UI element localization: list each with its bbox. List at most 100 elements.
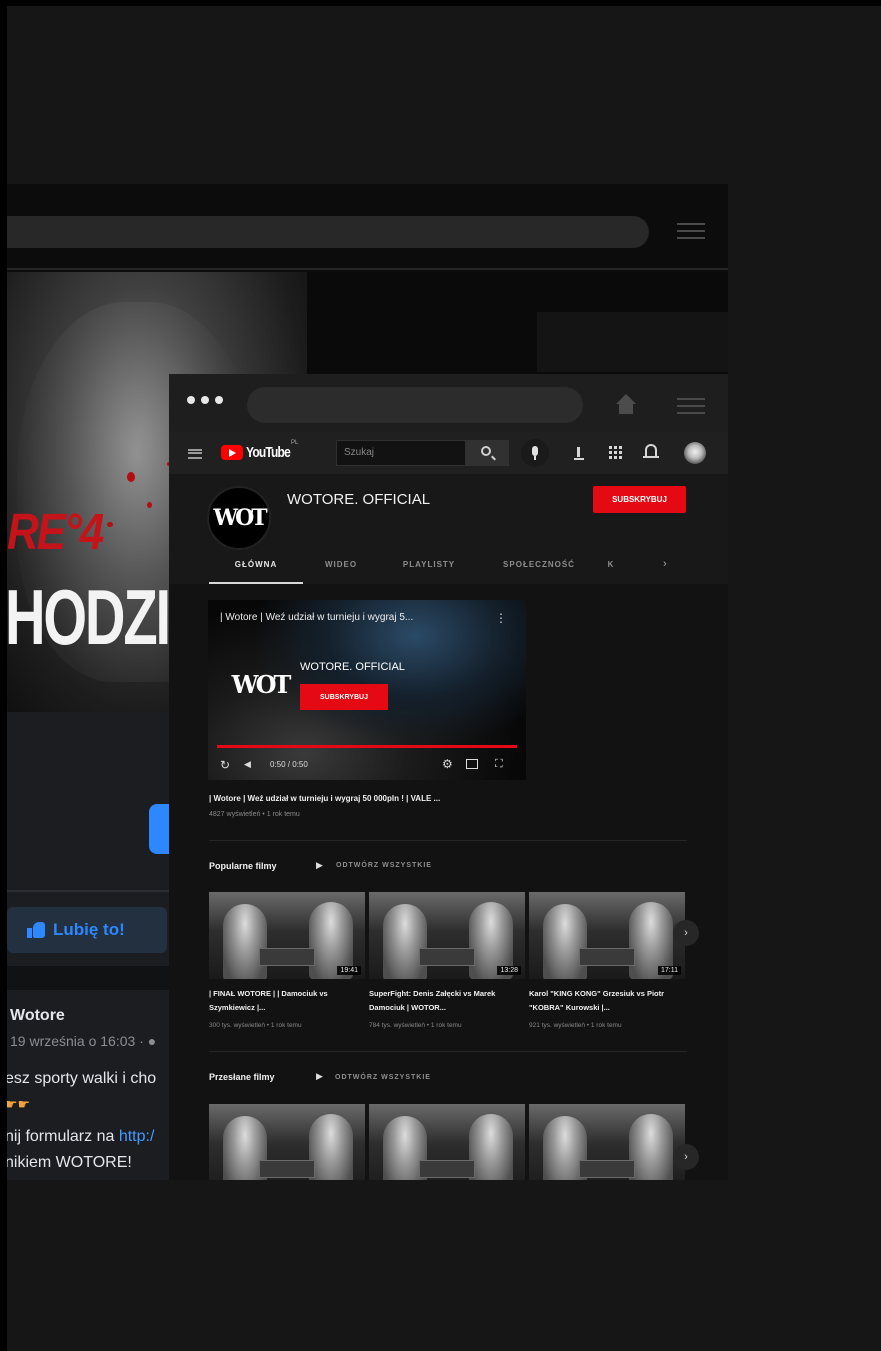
wotore-logo: WOT bbox=[231, 669, 292, 699]
post-link[interactable]: http:/ bbox=[119, 1128, 155, 1145]
video-thumbnail[interactable]: 19:41 bbox=[209, 892, 365, 979]
overlay-subscribe-button[interactable]: SUBSKRYBUJ bbox=[300, 684, 388, 710]
video-thumbnail[interactable] bbox=[369, 1104, 525, 1180]
channel-avatar[interactable]: WOT bbox=[207, 486, 271, 550]
search-button[interactable] bbox=[466, 440, 509, 466]
replay-icon[interactable]: ↻ bbox=[220, 758, 230, 772]
post-text-line: nikiem WOTORE! bbox=[7, 1154, 132, 1171]
facebook-browser-bar bbox=[7, 184, 728, 270]
play-all-button[interactable]: ODTWÓRZ WSZYSTKIE bbox=[335, 1074, 431, 1081]
youtube-window: YouTube PL Szukaj WOT WOTORE. OFFICIAL S… bbox=[169, 374, 728, 1180]
search-input[interactable]: Szukaj bbox=[336, 440, 466, 466]
bell-icon[interactable] bbox=[643, 444, 659, 458]
search-icon bbox=[481, 446, 491, 456]
vs-banner bbox=[419, 1160, 475, 1178]
video-thumbnail[interactable] bbox=[529, 1104, 685, 1180]
guide-menu-icon[interactable] bbox=[188, 447, 202, 459]
channel-header: WOT WOTORE. OFFICIAL SUBSKRYBUJ GŁÓWNA W… bbox=[169, 474, 728, 584]
browser-url-bar[interactable] bbox=[247, 387, 583, 423]
vs-banner bbox=[579, 1160, 635, 1178]
post-author[interactable]: Wotore bbox=[10, 1007, 65, 1025]
miniplayer-icon[interactable] bbox=[466, 759, 478, 769]
fighter-image bbox=[223, 904, 267, 979]
channel-home-content: | Wotore | Weź udział w turnieju i wygra… bbox=[169, 584, 728, 1180]
tab-videos[interactable]: WIDEO bbox=[303, 556, 379, 584]
play-icon[interactable]: ▶ bbox=[316, 1071, 323, 1082]
video-title[interactable]: Karol "KING KONG" Grzesiuk vs Piotr "KOB… bbox=[529, 987, 681, 1015]
tab-home[interactable]: GŁÓWNA bbox=[209, 556, 303, 584]
cover-shade bbox=[537, 312, 728, 372]
subscribe-button[interactable]: SUBSKRYBUJ bbox=[593, 486, 686, 513]
video-thumbnail[interactable]: 17:11 bbox=[529, 892, 685, 979]
youtube-logo[interactable]: YouTube bbox=[221, 444, 301, 461]
channel-tabs: GŁÓWNA WIDEO PLAYLISTY SPOŁECZNOŚĆ K bbox=[209, 556, 623, 584]
youtube-wordmark: YouTube bbox=[246, 444, 291, 461]
hamburger-icon[interactable] bbox=[677, 396, 705, 416]
duration-badge: 17:11 bbox=[658, 966, 681, 975]
duration-badge: 13:28 bbox=[497, 966, 521, 975]
video-title[interactable]: | FINAŁ WOTORE | | Damociuk vs Szymkiewi… bbox=[209, 987, 361, 1015]
post-text-line: esz sporty walki i cho bbox=[7, 1070, 157, 1087]
more-vert-icon[interactable]: ⋮ bbox=[495, 611, 507, 625]
player-title[interactable]: | Wotore | Weź udział w turnieju i wygra… bbox=[220, 612, 413, 623]
fighter-image bbox=[543, 904, 587, 979]
fighter-image bbox=[309, 1114, 353, 1180]
chevron-right-icon[interactable]: › bbox=[673, 920, 699, 946]
video-meta: 300 tys. wyświetleń • 1 rok temu bbox=[209, 1022, 302, 1029]
video-thumbnail[interactable]: 13:28 bbox=[369, 892, 525, 979]
post-text-fragment: nij formularz na bbox=[7, 1128, 119, 1145]
play-all-button[interactable]: ODTWÓRZ WSZYSTKIE bbox=[336, 862, 432, 869]
vs-banner bbox=[419, 948, 475, 966]
divider bbox=[209, 1051, 687, 1052]
apps-grid-icon[interactable] bbox=[609, 446, 622, 459]
duration-badge: 19:41 bbox=[337, 966, 361, 975]
video-meta: 921 tys. wyświetleń • 1 rok temu bbox=[529, 1022, 622, 1029]
youtube-play-icon bbox=[221, 445, 243, 460]
video-meta: 784 tys. wyświetleń • 1 rok temu bbox=[369, 1022, 462, 1029]
home-icon[interactable] bbox=[615, 394, 637, 416]
tab-channels[interactable]: K bbox=[599, 556, 623, 584]
microphone-icon[interactable] bbox=[521, 439, 549, 467]
account-avatar[interactable] bbox=[684, 442, 706, 464]
channel-name: WOTORE. OFFICIAL bbox=[287, 491, 431, 508]
featured-video-player[interactable]: | Wotore | Weź udział w turnieju i wygra… bbox=[208, 600, 526, 780]
chevron-right-icon[interactable]: › bbox=[673, 1144, 699, 1170]
facebook-menu-icon[interactable] bbox=[677, 221, 705, 241]
chevron-right-icon[interactable]: › bbox=[663, 558, 667, 570]
shelf-title-uploads[interactable]: Przesłane filmy bbox=[209, 1072, 275, 1082]
facebook-url-bar[interactable] bbox=[7, 216, 649, 248]
tab-playlists[interactable]: PLAYLISTY bbox=[379, 556, 479, 584]
video-thumbnail[interactable] bbox=[209, 1104, 365, 1180]
featured-video-meta: 4827 wyświetleń • 1 rok temu bbox=[209, 811, 300, 818]
youtube-masthead: YouTube PL Szukaj bbox=[169, 432, 728, 474]
vs-banner bbox=[579, 948, 635, 966]
video-title[interactable]: SuperFight: Denis Załęcki vs Marek Damoc… bbox=[369, 987, 521, 1015]
volume-icon[interactable]: ◀ bbox=[244, 759, 251, 770]
post-timestamp[interactable]: 19 września o 16:03 · ● bbox=[10, 1033, 156, 1049]
play-icon[interactable]: ▶ bbox=[316, 860, 323, 871]
fighter-image bbox=[383, 904, 427, 979]
progress-bar[interactable] bbox=[217, 745, 517, 748]
featured-video-title[interactable]: | Wotore | Weź udział w turnieju i wygra… bbox=[209, 794, 440, 803]
three-dots-icon[interactable] bbox=[187, 396, 223, 404]
like-button[interactable]: Lubię to! bbox=[7, 907, 167, 953]
fighter-image bbox=[629, 1114, 673, 1180]
blood-splatter bbox=[107, 522, 113, 527]
fighter-image bbox=[469, 1114, 513, 1180]
settings-gear-icon[interactable]: ⚙ bbox=[442, 757, 453, 771]
post-text-line: nij formularz na http:/ bbox=[7, 1128, 154, 1146]
shelf-title-popular[interactable]: Popularne filmy bbox=[209, 861, 277, 871]
player-controls: ↻ ◀ 0:50 / 0:50 ⚙ ⛶ bbox=[220, 757, 516, 772]
upload-icon[interactable] bbox=[572, 445, 586, 461]
like-button-label: Lubię to! bbox=[53, 920, 125, 939]
tab-community[interactable]: SPOŁECZNOŚĆ bbox=[479, 556, 599, 584]
region-code: PL bbox=[291, 440, 299, 446]
fullscreen-icon[interactable]: ⛶ bbox=[495, 758, 503, 771]
thumbs-up-icon bbox=[27, 922, 45, 938]
overlay-channel-name: WOTORE. OFFICIAL bbox=[300, 661, 405, 673]
divider bbox=[209, 840, 687, 841]
pointing-hands-emoji: ☛☛ bbox=[7, 1096, 31, 1112]
screenshot-canvas: RE°4 HODZI Lubię to! Wotore 19 września … bbox=[0, 0, 881, 1351]
cover-headline: HODZI bbox=[7, 573, 171, 661]
vs-banner bbox=[259, 948, 315, 966]
